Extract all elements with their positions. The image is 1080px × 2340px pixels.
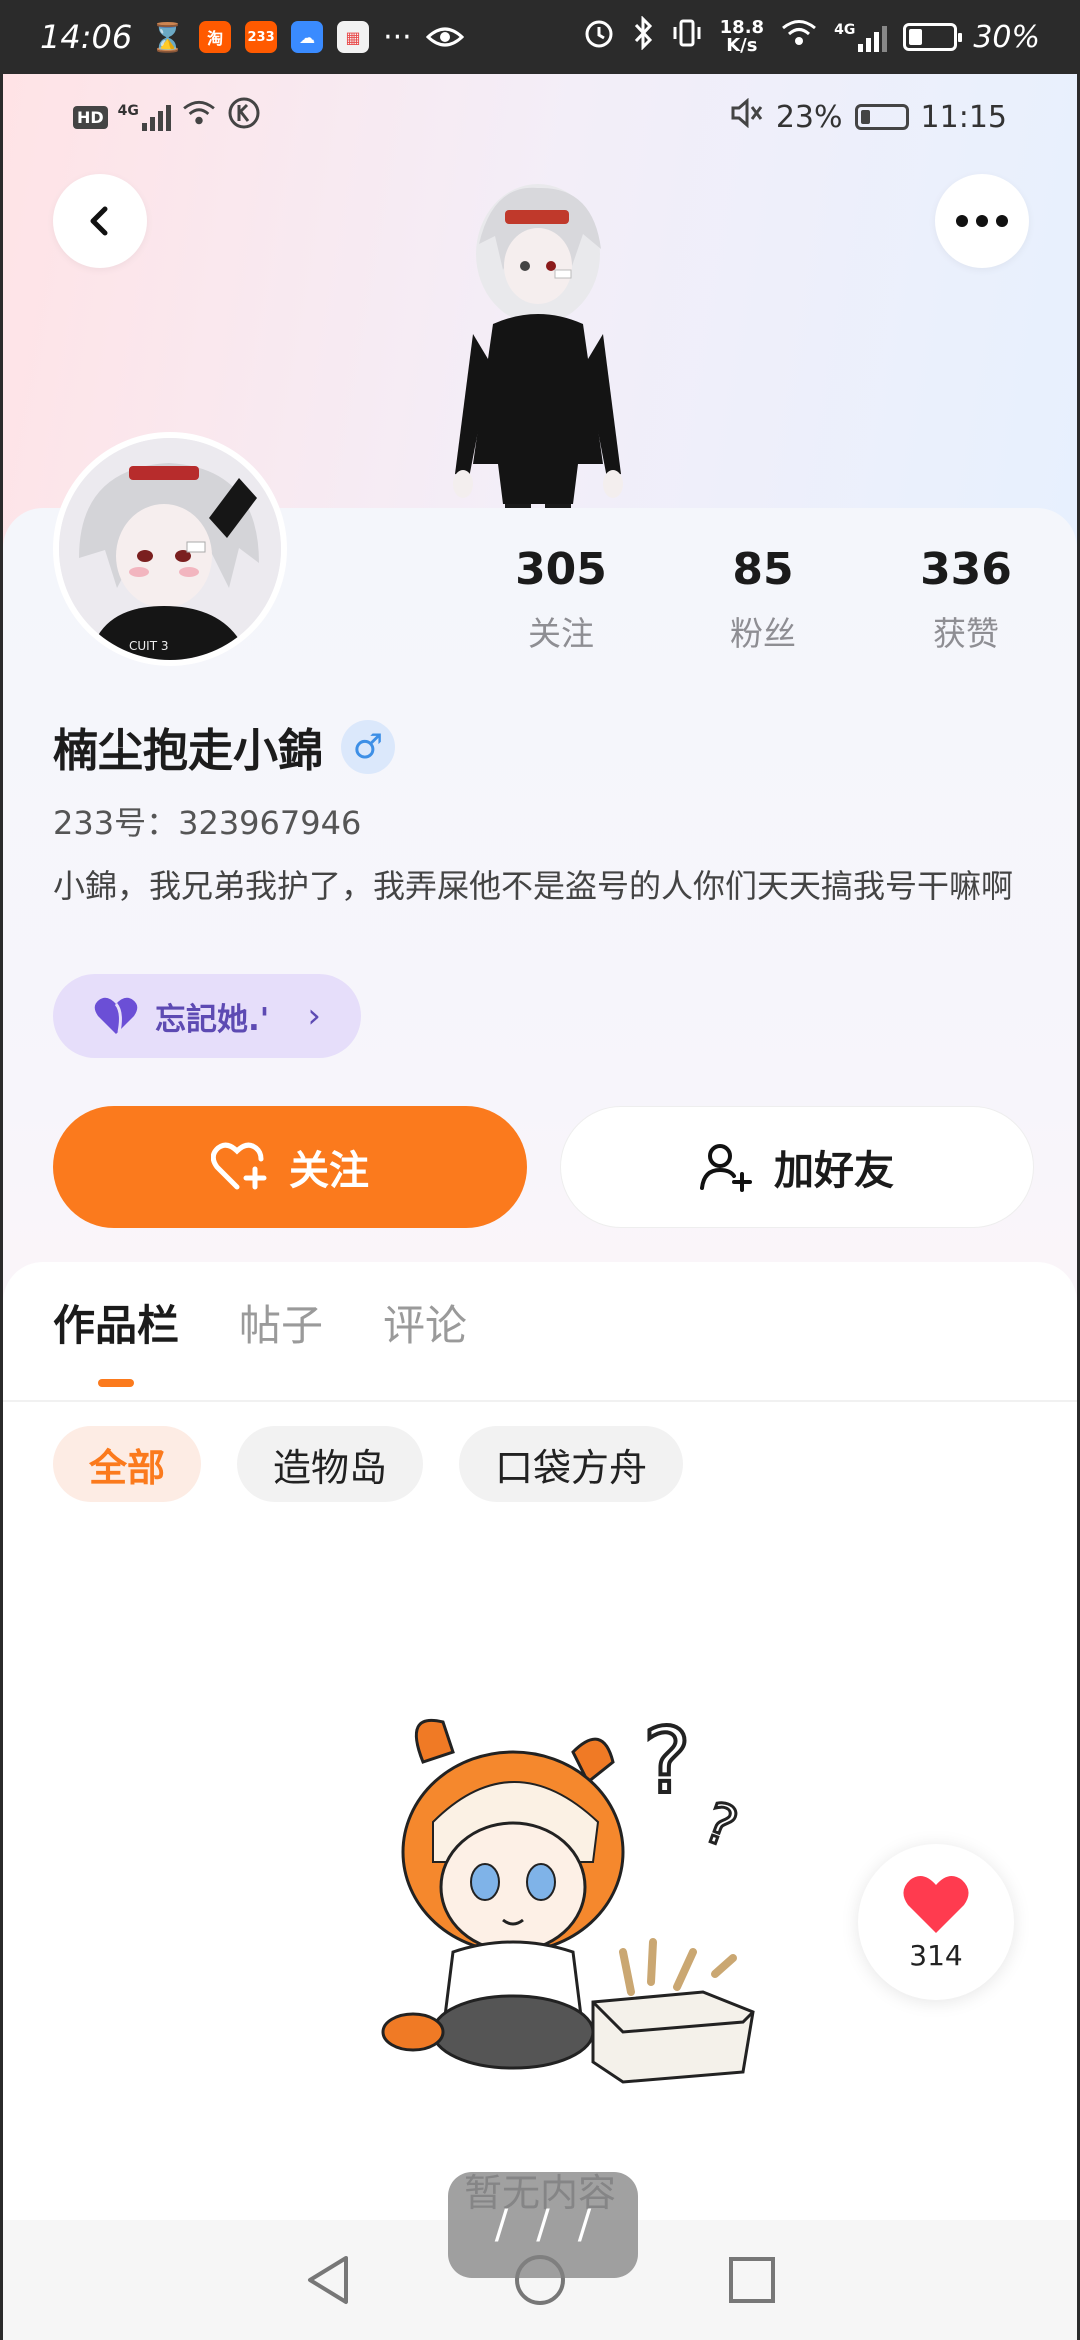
alarm-icon (582, 16, 616, 58)
heart-plus-icon (211, 1142, 267, 1190)
overlay-mark: / (536, 2202, 550, 2248)
overlay-mark: / (494, 2202, 509, 2248)
like-floating-button[interactable]: 314 (858, 1844, 1014, 2000)
vibrate-icon (670, 16, 704, 58)
app-battery-percent: 23% (775, 99, 843, 135)
category-filters: 全部 造物岛 口袋方舟 (53, 1426, 684, 1502)
avatar[interactable]: CUIT 3 (53, 432, 287, 666)
device-battery-text: 30% (973, 19, 1040, 55)
mute-icon (730, 97, 764, 136)
tab-works[interactable]: 作品栏 (53, 1292, 179, 1353)
cloud-app-icon: ☁ (291, 21, 324, 53)
hd-badge: HD (73, 105, 108, 129)
likes-stat[interactable]: 336 获赞 (876, 544, 1056, 655)
fans-count: 85 (732, 544, 794, 595)
calendar-app-icon: ▦ (337, 21, 370, 53)
wifi-icon (780, 18, 818, 56)
overlay-mark: / (577, 2202, 592, 2248)
add-friend-button[interactable]: 加好友 (560, 1106, 1034, 1228)
user-id-label: 233号： (53, 804, 179, 842)
following-count: 305 (515, 544, 607, 595)
follow-button-label: 关注 (289, 1148, 369, 1194)
svg-text:?: ? (695, 1790, 745, 1861)
taobao-app-icon: 淘 (199, 21, 232, 53)
app-battery-icon (854, 104, 909, 130)
nav-recents-icon[interactable] (726, 2254, 778, 2306)
bluetooth-icon (632, 15, 654, 58)
device-status-bar: 14:06 ⌛ 淘 233 ☁ ▦ ··· 18.8 K/s 4G 30% (0, 0, 1080, 74)
like-count: 314 (909, 1938, 963, 1972)
add-friend-label: 加好友 (774, 1148, 894, 1194)
nav-back-icon[interactable] (302, 2252, 354, 2308)
svg-text:CUIT 3: CUIT 3 (129, 639, 168, 653)
heart-icon (94, 997, 138, 1034)
eye-icon (425, 25, 464, 49)
wifi-icon (181, 99, 217, 135)
empty-state-illustration: ? ? (381, 1707, 755, 2084)
app-status-bar: HD 4G 23% 11:15 (3, 74, 1077, 160)
user-id[interactable]: 233号：323967946 (53, 798, 361, 844)
app-time: 11:15 (920, 99, 1007, 135)
following-stat[interactable]: 305 关注 (471, 544, 651, 655)
fans-stat[interactable]: 85 粉丝 (673, 544, 853, 655)
bio: 小錦，我兄弟我护了，我弄屎他不是盗号的人你们天天搞我号干嘛啊 (53, 867, 1014, 905)
net-speed: 18.8 K/s (719, 17, 765, 56)
back-button[interactable] (53, 174, 147, 268)
more-notifications-icon: ··· (383, 19, 412, 55)
filter-all[interactable]: 全部 (53, 1426, 202, 1502)
following-label: 关注 (528, 614, 594, 653)
chevron-left-icon (90, 206, 108, 236)
add-user-icon (700, 1144, 752, 1192)
filter-creation-island[interactable]: 造物岛 (237, 1426, 424, 1502)
content-tabs: 作品栏 帖子 评论 (53, 1262, 467, 1382)
svg-text:?: ? (643, 1709, 691, 1814)
device-time: 14:06 (40, 18, 133, 56)
name-row: 楠尘抱走小錦 ♂ (53, 714, 396, 779)
filter-pocket-ark[interactable]: 口袋方舟 (459, 1426, 684, 1502)
cell-signal-icon: 4G (834, 22, 888, 52)
chevron-right-icon: › (307, 996, 321, 1036)
relationship-tag[interactable]: 忘記她.' › (53, 974, 361, 1058)
avatar-image: CUIT 3 (59, 438, 281, 660)
more-dots-icon (956, 215, 1008, 227)
user-id-value: 323967946 (178, 804, 362, 842)
follow-button[interactable]: 关注 (53, 1106, 527, 1228)
likes-label: 获赞 (933, 614, 999, 653)
username: 楠尘抱走小錦 (53, 724, 324, 777)
fans-label: 粉丝 (730, 614, 796, 653)
cell-signal-icon: 4G (118, 103, 171, 131)
male-gender-icon: ♂ (341, 719, 396, 774)
more-options-button[interactable] (935, 174, 1029, 268)
k-circle-icon (227, 96, 261, 138)
app-233-icon: 233 (245, 21, 278, 53)
tabs-divider (3, 1400, 1077, 1402)
device-battery-icon (903, 23, 963, 51)
relationship-tag-label: 忘記她.' (155, 1001, 270, 1038)
profile-screen: HD 4G 23% 11:15 CUIT 3 305 关注 85 粉丝 336 … (0, 74, 1080, 2340)
tab-posts[interactable]: 帖子 (239, 1292, 323, 1353)
tab-comments[interactable]: 评论 (383, 1292, 467, 1353)
likes-count: 336 (920, 544, 1012, 595)
floating-overlay-widget[interactable]: / / / (448, 2172, 638, 2278)
heart-icon (903, 1875, 969, 1933)
hourglass-icon: ⌛ (150, 20, 186, 54)
